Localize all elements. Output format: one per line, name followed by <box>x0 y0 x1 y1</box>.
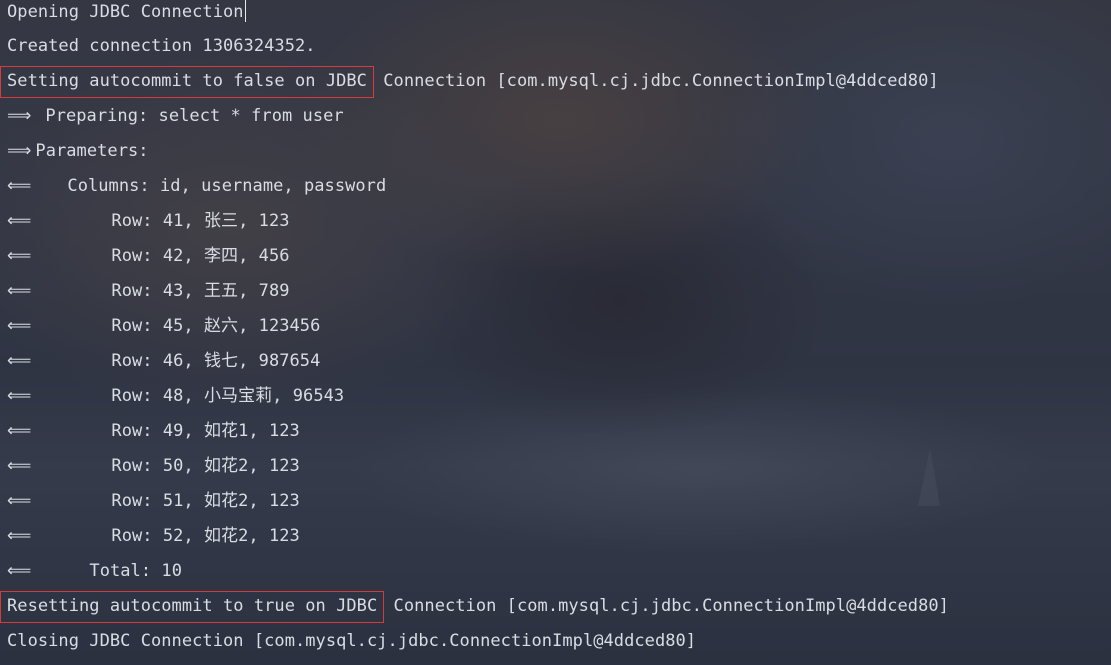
log-line-opening: Opening JDBC Connection <box>7 0 247 35</box>
log-text: Connection [com.mysql.cj.jdbc.Connection… <box>372 71 939 91</box>
log-line-parameters: ⟹ Parameters: <box>7 140 159 175</box>
incoming-arrow-icon: ⟸ <box>7 561 32 581</box>
log-text: Opening JDBC Connection <box>7 2 244 22</box>
log-line-autocommit-true: Resetting autocommit to true on JDBC Con… <box>0 591 949 630</box>
log-line-row: ⟸ Row: 49, 如花1, 123 <box>7 420 300 455</box>
incoming-arrow-icon: ⟸ <box>7 351 32 371</box>
log-text: Parameters: <box>35 141 159 161</box>
log-text: Created connection 1306324352. <box>7 36 316 56</box>
incoming-arrow-icon: ⟸ <box>7 281 32 301</box>
incoming-arrow-icon: ⟸ <box>7 491 32 511</box>
log-line-row: ⟸ Row: 46, 钱七, 987654 <box>7 350 320 385</box>
incoming-arrow-icon: ⟸ <box>7 526 32 546</box>
log-line-row: ⟸ Row: 43, 王五, 789 <box>7 280 290 315</box>
log-text: Connection [com.mysql.cj.jdbc.Connection… <box>383 596 949 616</box>
log-line-created: Created connection 1306324352. <box>7 35 316 70</box>
log-text: Row: 43, 王五, 789 <box>111 281 290 301</box>
log-text: Row: 52, 如花2, 123 <box>111 526 300 546</box>
log-text: Row: 42, 李四, 456 <box>111 246 290 266</box>
incoming-arrow-icon: ⟸ <box>7 421 32 441</box>
console-output[interactable]: Opening JDBC Connection Created connecti… <box>0 0 1111 665</box>
text-cursor <box>244 0 247 22</box>
outgoing-arrow-icon: ⟹ <box>7 141 32 161</box>
incoming-arrow-icon: ⟸ <box>7 246 32 266</box>
log-line-total: ⟸ Total: 10 <box>7 560 182 595</box>
log-line-autocommit-false: Setting autocommit to false on JDBC Conn… <box>0 66 939 105</box>
incoming-arrow-icon: ⟸ <box>7 456 32 476</box>
log-text: Row: 48, 小马宝莉, 96543 <box>111 386 345 406</box>
incoming-arrow-icon: ⟸ <box>7 176 32 196</box>
log-line-row: ⟸ Row: 48, 小马宝莉, 96543 <box>7 385 344 420</box>
log-text: Closing JDBC Connection [com.mysql.cj.jd… <box>7 631 697 651</box>
log-text: Total: 10 <box>89 561 182 581</box>
log-line-row: ⟸ Row: 50, 如花2, 123 <box>7 455 300 490</box>
highlight-box-autocommit-false: Setting autocommit to false on JDBC <box>0 66 374 98</box>
log-line-row: ⟸ Row: 51, 如花2, 123 <box>7 490 300 525</box>
incoming-arrow-icon: ⟸ <box>7 386 32 406</box>
log-text: Row: 45, 赵六, 123456 <box>111 316 321 336</box>
log-text: Preparing: select * from user <box>45 106 344 126</box>
log-text: Columns: id, username, password <box>67 176 387 196</box>
log-line-closing: Closing JDBC Connection [com.mysql.cj.jd… <box>7 630 696 665</box>
log-text: Row: 41, 张三, 123 <box>111 211 290 231</box>
log-line-row: ⟸ Row: 45, 赵六, 123456 <box>7 315 320 350</box>
log-text: Row: 46, 钱七, 987654 <box>111 351 321 371</box>
log-text: Row: 51, 如花2, 123 <box>111 491 300 511</box>
incoming-arrow-icon: ⟸ <box>7 316 32 336</box>
log-line-preparing: ⟹ Preparing: select * from user <box>7 105 344 140</box>
incoming-arrow-icon: ⟸ <box>7 211 32 231</box>
log-line-columns: ⟸ Columns: id, username, password <box>7 175 386 210</box>
log-line-row: ⟸ Row: 52, 如花2, 123 <box>7 525 300 560</box>
log-text: Row: 49, 如花1, 123 <box>111 421 300 441</box>
log-text: Row: 50, 如花2, 123 <box>111 456 300 476</box>
outgoing-arrow-icon: ⟹ <box>7 106 32 126</box>
highlight-box-autocommit-true: Resetting autocommit to true on JDBC <box>0 591 385 623</box>
log-line-row: ⟸ Row: 42, 李四, 456 <box>7 245 290 280</box>
log-line-row: ⟸ Row: 41, 张三, 123 <box>7 210 290 245</box>
